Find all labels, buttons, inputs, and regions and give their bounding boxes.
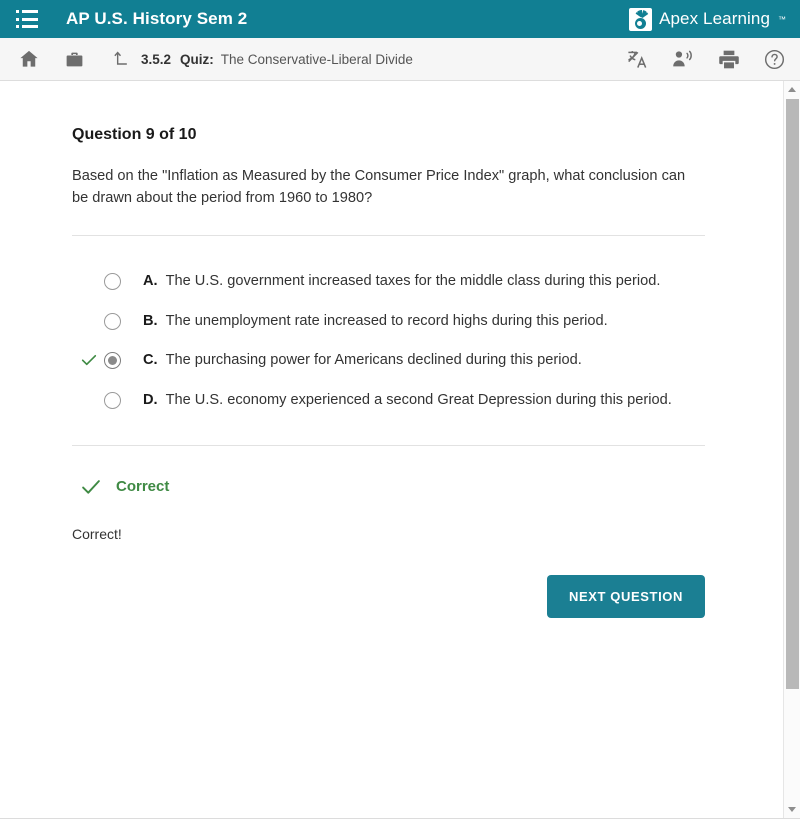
hamburger-menu-icon[interactable] xyxy=(16,10,38,28)
divider-top xyxy=(72,235,705,237)
feedback-label: Correct xyxy=(116,478,170,496)
activity-type: Quiz: xyxy=(180,51,214,67)
answer-option-a[interactable]: A. The U.S. government increased taxes f… xyxy=(72,262,783,302)
print-icon[interactable] xyxy=(717,48,741,71)
content-region: Question 9 of 10 Based on the "Inflation… xyxy=(0,81,800,818)
radio-c[interactable] xyxy=(104,352,121,370)
up-level-arrow-icon[interactable] xyxy=(111,49,131,69)
check-icon xyxy=(80,476,102,498)
option-letter-a: A. xyxy=(143,273,158,290)
answer-option-d[interactable]: D. The U.S. economy experienced a second… xyxy=(72,381,783,421)
feedback-body: Correct! xyxy=(72,525,122,542)
course-title: AP U.S. History Sem 2 xyxy=(66,9,248,28)
brand-trademark: ™ xyxy=(778,14,786,24)
feedback-status: Correct xyxy=(72,476,783,498)
translate-icon[interactable] xyxy=(626,48,649,71)
scroll-down-arrow-icon[interactable] xyxy=(784,801,800,818)
activity-title: The Conservative-Liberal Divide xyxy=(220,51,413,67)
divider-bottom xyxy=(72,444,705,446)
question-scroll-area: Question 9 of 10 Based on the "Inflation… xyxy=(0,81,783,818)
option-letter-d: D. xyxy=(143,391,158,408)
app-header: AP U.S. History Sem 2 Apex Learning ™ xyxy=(0,0,800,38)
option-text-c: The purchasing power for Americans decli… xyxy=(165,352,582,369)
brand-name: Apex Learning xyxy=(659,9,770,28)
help-icon[interactable] xyxy=(763,48,786,71)
toolbar-actions xyxy=(626,48,786,71)
read-aloud-icon[interactable] xyxy=(671,48,695,71)
question-prompt: Based on the "Inflation as Measured by t… xyxy=(72,168,686,206)
radio-d[interactable] xyxy=(104,391,121,409)
vertical-scrollbar[interactable] xyxy=(783,81,800,818)
scroll-up-arrow-icon[interactable] xyxy=(784,81,800,98)
apex-burst-icon xyxy=(629,7,653,31)
lesson-number: 3.5.2 xyxy=(141,51,172,67)
brand-logo: Apex Learning ™ xyxy=(629,0,786,38)
option-text-d: The U.S. economy experienced a second Gr… xyxy=(165,391,672,408)
option-text-b: The unemployment rate increased to recor… xyxy=(165,312,608,329)
home-icon[interactable] xyxy=(18,48,40,70)
next-question-button[interactable]: NEXT QUESTION xyxy=(547,574,705,618)
option-text-a: The U.S. government increased taxes for … xyxy=(165,273,661,290)
scrollbar-thumb[interactable] xyxy=(786,99,799,689)
answer-options: A. The U.S. government increased taxes f… xyxy=(72,262,783,420)
action-row: NEXT QUESTION xyxy=(72,574,705,618)
answer-option-b[interactable]: B. The unemployment rate increased to re… xyxy=(72,302,783,342)
radio-a[interactable] xyxy=(104,273,121,291)
radio-b[interactable] xyxy=(104,312,121,330)
question-counter: Question 9 of 10 xyxy=(72,126,197,143)
lesson-toolbar: 3.5.2 Quiz: The Conservative-Liberal Div… xyxy=(0,38,800,81)
answer-option-c[interactable]: C. The purchasing power for Americans de… xyxy=(72,341,783,381)
option-letter-b: B. xyxy=(143,312,158,329)
option-letter-c: C. xyxy=(143,352,158,369)
correct-check-icon xyxy=(80,351,98,369)
briefcase-icon[interactable] xyxy=(64,49,85,70)
